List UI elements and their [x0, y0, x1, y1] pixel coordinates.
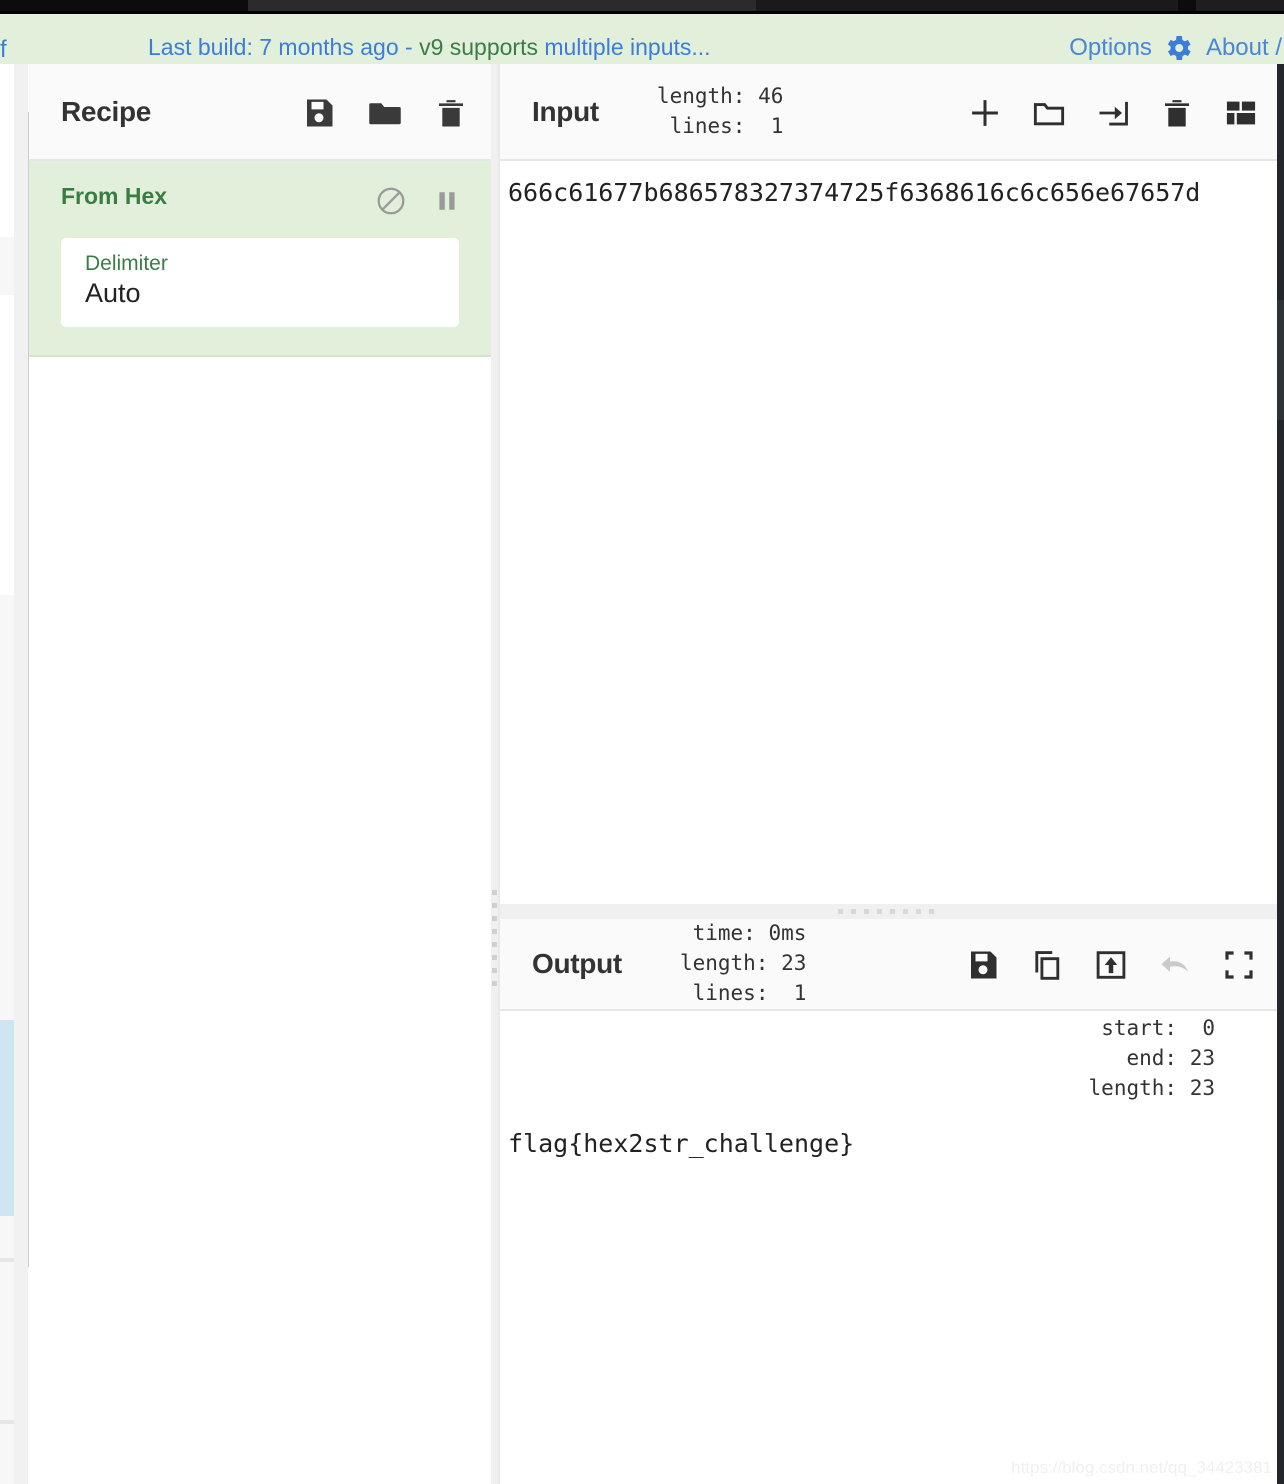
selection-end-label: end:	[1126, 1045, 1178, 1070]
trash-icon[interactable]	[433, 95, 469, 131]
browser-tab-active[interactable]	[248, 0, 756, 11]
input-header: Input length: 46 lines: 1	[500, 64, 1277, 161]
background-page-left-block-1	[0, 56, 14, 161]
operation-argument-delimiter[interactable]: Delimiter Auto	[61, 238, 459, 327]
selection-length-value: 23	[1189, 1075, 1215, 1100]
recipe-header: Recipe	[29, 64, 491, 161]
background-page-left-block-2	[0, 161, 14, 237]
recipe-header-actions	[301, 64, 469, 161]
background-page-right-block	[1277, 300, 1284, 420]
recipe-title: Recipe	[61, 95, 152, 127]
output-selection-status: start: 0 end: 23 length: 23	[500, 1014, 1277, 1103]
input-length-value: 46	[758, 83, 784, 108]
recipe-operation[interactable]: From Hex Delimiter Auto	[29, 161, 491, 357]
banner-left-fragment: f	[0, 36, 7, 63]
watermark: https://blog.csdn.net/qq_34423381	[1011, 1458, 1272, 1477]
output-time-value: 0ms	[768, 921, 807, 946]
maximize-icon[interactable]	[1221, 947, 1257, 983]
replace-input-icon[interactable]	[1093, 947, 1129, 983]
output-stats: time: 0ms length: 23 lines: 1	[680, 919, 806, 1008]
add-tab-icon[interactable]	[967, 95, 1003, 131]
banner-message[interactable]: Last build: 7 months ago - v9 supports m…	[148, 34, 711, 61]
open-input-icon[interactable]	[1095, 95, 1131, 131]
delimiter-value[interactable]: Auto	[85, 278, 441, 309]
input-title: Input	[532, 95, 599, 127]
browser-tab-secondary[interactable]	[756, 0, 1178, 11]
banner-message-part-3: multiple inputs...	[544, 34, 711, 60]
app-root: f Last build: 7 months ago - v9 supports…	[0, 0, 1284, 1484]
output-textarea[interactable]: flag{hex2str_challenge}	[500, 1104, 1277, 1484]
output-lines-label: lines:	[692, 980, 769, 1005]
copy-output-icon[interactable]	[1029, 947, 1065, 983]
operation-controls	[375, 185, 461, 217]
input-lines-value: 1	[758, 113, 784, 138]
circle-slash-icon[interactable]	[375, 185, 407, 217]
recipe-pane: Recipe From Hex Delimiter Auto	[29, 64, 491, 1484]
background-page-left-rule-2	[0, 1420, 14, 1424]
background-page-left-block-3	[0, 295, 14, 595]
input-length-label: length:	[656, 83, 746, 108]
input-value: 666c61677b686578327374725f6368616c6c656e…	[508, 178, 1201, 207]
clear-input-icon[interactable]	[1159, 95, 1195, 131]
pause-icon[interactable]	[433, 186, 461, 216]
output-lines-value: 1	[781, 980, 807, 1005]
output-length-value: 23	[781, 951, 807, 976]
splitter-grip	[492, 890, 497, 986]
banner-message-part-2: v9 supports	[419, 34, 545, 60]
recipe-io-splitter[interactable]	[491, 64, 498, 1484]
output-splitter-grip	[838, 909, 934, 914]
background-page-left-rule-1	[0, 1258, 14, 1262]
output-length-label: length:	[679, 951, 769, 976]
selection-start-value: 0	[1189, 1016, 1215, 1040]
output-header: Output time: 0ms length: 23 lines: 1	[500, 919, 1277, 1011]
delimiter-label: Delimiter	[85, 252, 168, 275]
browser-tab-tertiary[interactable]	[1196, 0, 1284, 11]
page-scrollbar-track[interactable]	[14, 56, 42, 1484]
options-link[interactable]: Options	[1069, 34, 1152, 62]
save-icon[interactable]	[301, 95, 337, 131]
input-header-actions	[967, 64, 1259, 161]
banner-message-part-1: Last build: 7 months ago -	[148, 34, 420, 60]
undo-icon	[1161, 956, 1188, 972]
output-header-actions	[965, 919, 1257, 1011]
top-banner: f Last build: 7 months ago - v9 supports…	[0, 14, 1284, 64]
open-folder-icon[interactable]	[1031, 95, 1067, 131]
output-title: Output	[532, 948, 622, 979]
input-textarea[interactable]: 666c61677b686578327374725f6368616c6c656e…	[500, 163, 1277, 904]
background-page-right	[1277, 14, 1284, 1484]
output-time-label: time:	[692, 921, 756, 946]
output-value: flag{hex2str_challenge}	[508, 1129, 855, 1158]
about-link[interactable]: About /	[1206, 34, 1284, 62]
selection-end-value: 23	[1189, 1045, 1215, 1070]
folder-icon[interactable]	[367, 95, 403, 131]
selection-start-label: start:	[1101, 1016, 1178, 1040]
input-lines-label: lines:	[669, 113, 746, 138]
selection-length-label: length:	[1088, 1075, 1178, 1100]
input-output-splitter[interactable]	[500, 904, 1277, 919]
banner-actions: Options About /	[1069, 32, 1284, 64]
background-page-left-highlight	[0, 1020, 14, 1216]
gear-icon[interactable]	[1162, 32, 1194, 64]
io-pane: Input length: 46 lines: 1 666c61677b6865…	[500, 64, 1277, 1484]
save-output-icon[interactable]	[965, 947, 1001, 983]
input-stats: length: 46 lines: 1	[657, 82, 783, 142]
cyberchef-app: Recipe From Hex Delimiter Auto Input len…	[29, 64, 1277, 1484]
tab-layout-icon[interactable]	[1223, 95, 1259, 131]
